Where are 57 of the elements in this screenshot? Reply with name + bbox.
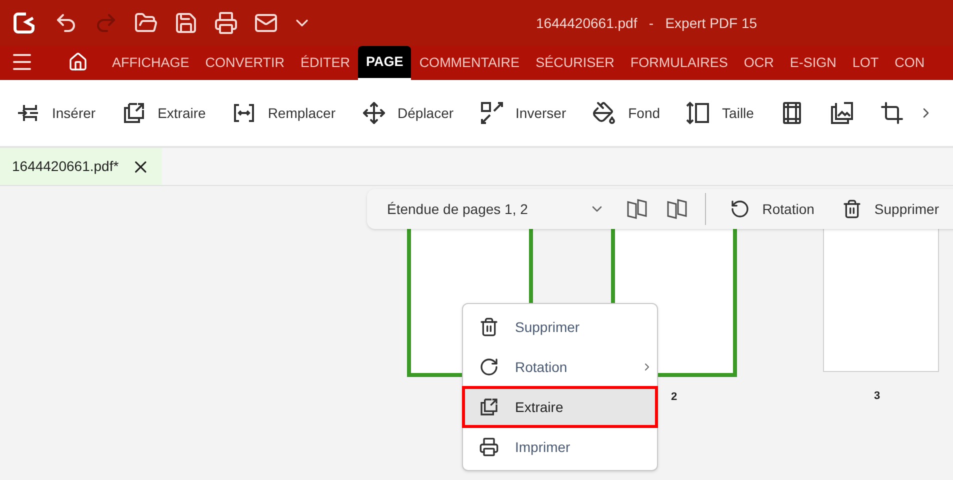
trash-icon bbox=[842, 199, 862, 219]
ribbon-button[interactable]: Taille bbox=[686, 101, 754, 125]
mail-icon bbox=[254, 11, 278, 35]
print-icon bbox=[479, 437, 499, 457]
ribbon-button[interactable] bbox=[830, 101, 854, 125]
page-range-dropdown[interactable]: Étendue de pages 1, 2 bbox=[387, 198, 606, 220]
ribbon-tab[interactable]: AFFICHAGE bbox=[104, 46, 198, 80]
trash-icon bbox=[479, 317, 499, 337]
swap-pages-icon bbox=[480, 101, 504, 125]
ribbon-tab[interactable]: COMMENTAIRE bbox=[411, 46, 528, 80]
extract-icon bbox=[122, 101, 146, 125]
ribbon-tab[interactable]: ÉDITER bbox=[292, 46, 358, 80]
ribbon-tab[interactable]: SÉCURISER bbox=[528, 46, 622, 80]
image-export-icon bbox=[830, 101, 854, 125]
window-title: 1644420661.pdf - Expert PDF 15 bbox=[536, 14, 758, 33]
ribbon-tab[interactable]: FORMULAIRES bbox=[622, 46, 736, 80]
save-icon bbox=[174, 11, 198, 35]
ribbon-button[interactable]: Remplacer bbox=[232, 101, 336, 125]
page-number: 2 bbox=[670, 390, 678, 405]
ribbon-button[interactable]: Déplacer bbox=[362, 101, 454, 125]
menu-item[interactable]: Supprimer bbox=[463, 307, 657, 347]
ribbon-tab[interactable]: CON bbox=[886, 46, 933, 80]
ribbon-tab[interactable]: LOT bbox=[844, 46, 887, 80]
rotate-icon bbox=[479, 357, 499, 377]
menu-item[interactable]: Extraire bbox=[463, 387, 657, 427]
open-folder-icon bbox=[134, 11, 158, 35]
page-number: 3 bbox=[874, 389, 880, 404]
page-thumbnail[interactable] bbox=[823, 227, 939, 372]
print-icon bbox=[214, 11, 238, 35]
move-icon bbox=[362, 101, 386, 125]
rotate-icon bbox=[730, 199, 750, 219]
page-action-button[interactable]: Supprimer bbox=[842, 198, 939, 220]
ribbon-tab[interactable]: E-SIGN bbox=[782, 46, 844, 80]
ribbon-tab[interactable]: CONVERTIR bbox=[197, 46, 293, 80]
paint-bucket-icon bbox=[592, 101, 616, 125]
menu-item[interactable]: Rotation bbox=[463, 347, 657, 387]
ribbon-button[interactable]: Fond bbox=[592, 101, 660, 125]
ribbon-button[interactable]: Extraire bbox=[122, 101, 206, 125]
home-icon[interactable] bbox=[68, 52, 88, 72]
ribbon-tab[interactable]: PAGE bbox=[358, 46, 412, 80]
extract-icon bbox=[479, 397, 499, 417]
ribbon-button[interactable]: Inverser bbox=[480, 101, 566, 125]
ribbon-button[interactable]: Insérer bbox=[16, 101, 96, 125]
menu-item[interactable]: Imprimer bbox=[463, 427, 657, 467]
quick-access-button[interactable] bbox=[212, 9, 240, 37]
page-size-icon bbox=[686, 101, 710, 125]
even-pages-icon[interactable] bbox=[625, 197, 650, 221]
undo-icon bbox=[54, 11, 78, 35]
crop-icon bbox=[880, 101, 904, 125]
odd-pages-icon[interactable] bbox=[665, 197, 690, 221]
app-logo-icon bbox=[12, 11, 36, 35]
ribbon-button[interactable] bbox=[880, 101, 904, 125]
document-tab[interactable]: 1644420661.pdf* bbox=[0, 148, 162, 185]
redo-icon bbox=[94, 11, 118, 35]
replace-icon bbox=[232, 101, 256, 125]
page-action-button[interactable]: Rotation bbox=[730, 198, 814, 220]
ribbon-tab[interactable]: OCR bbox=[736, 46, 782, 80]
